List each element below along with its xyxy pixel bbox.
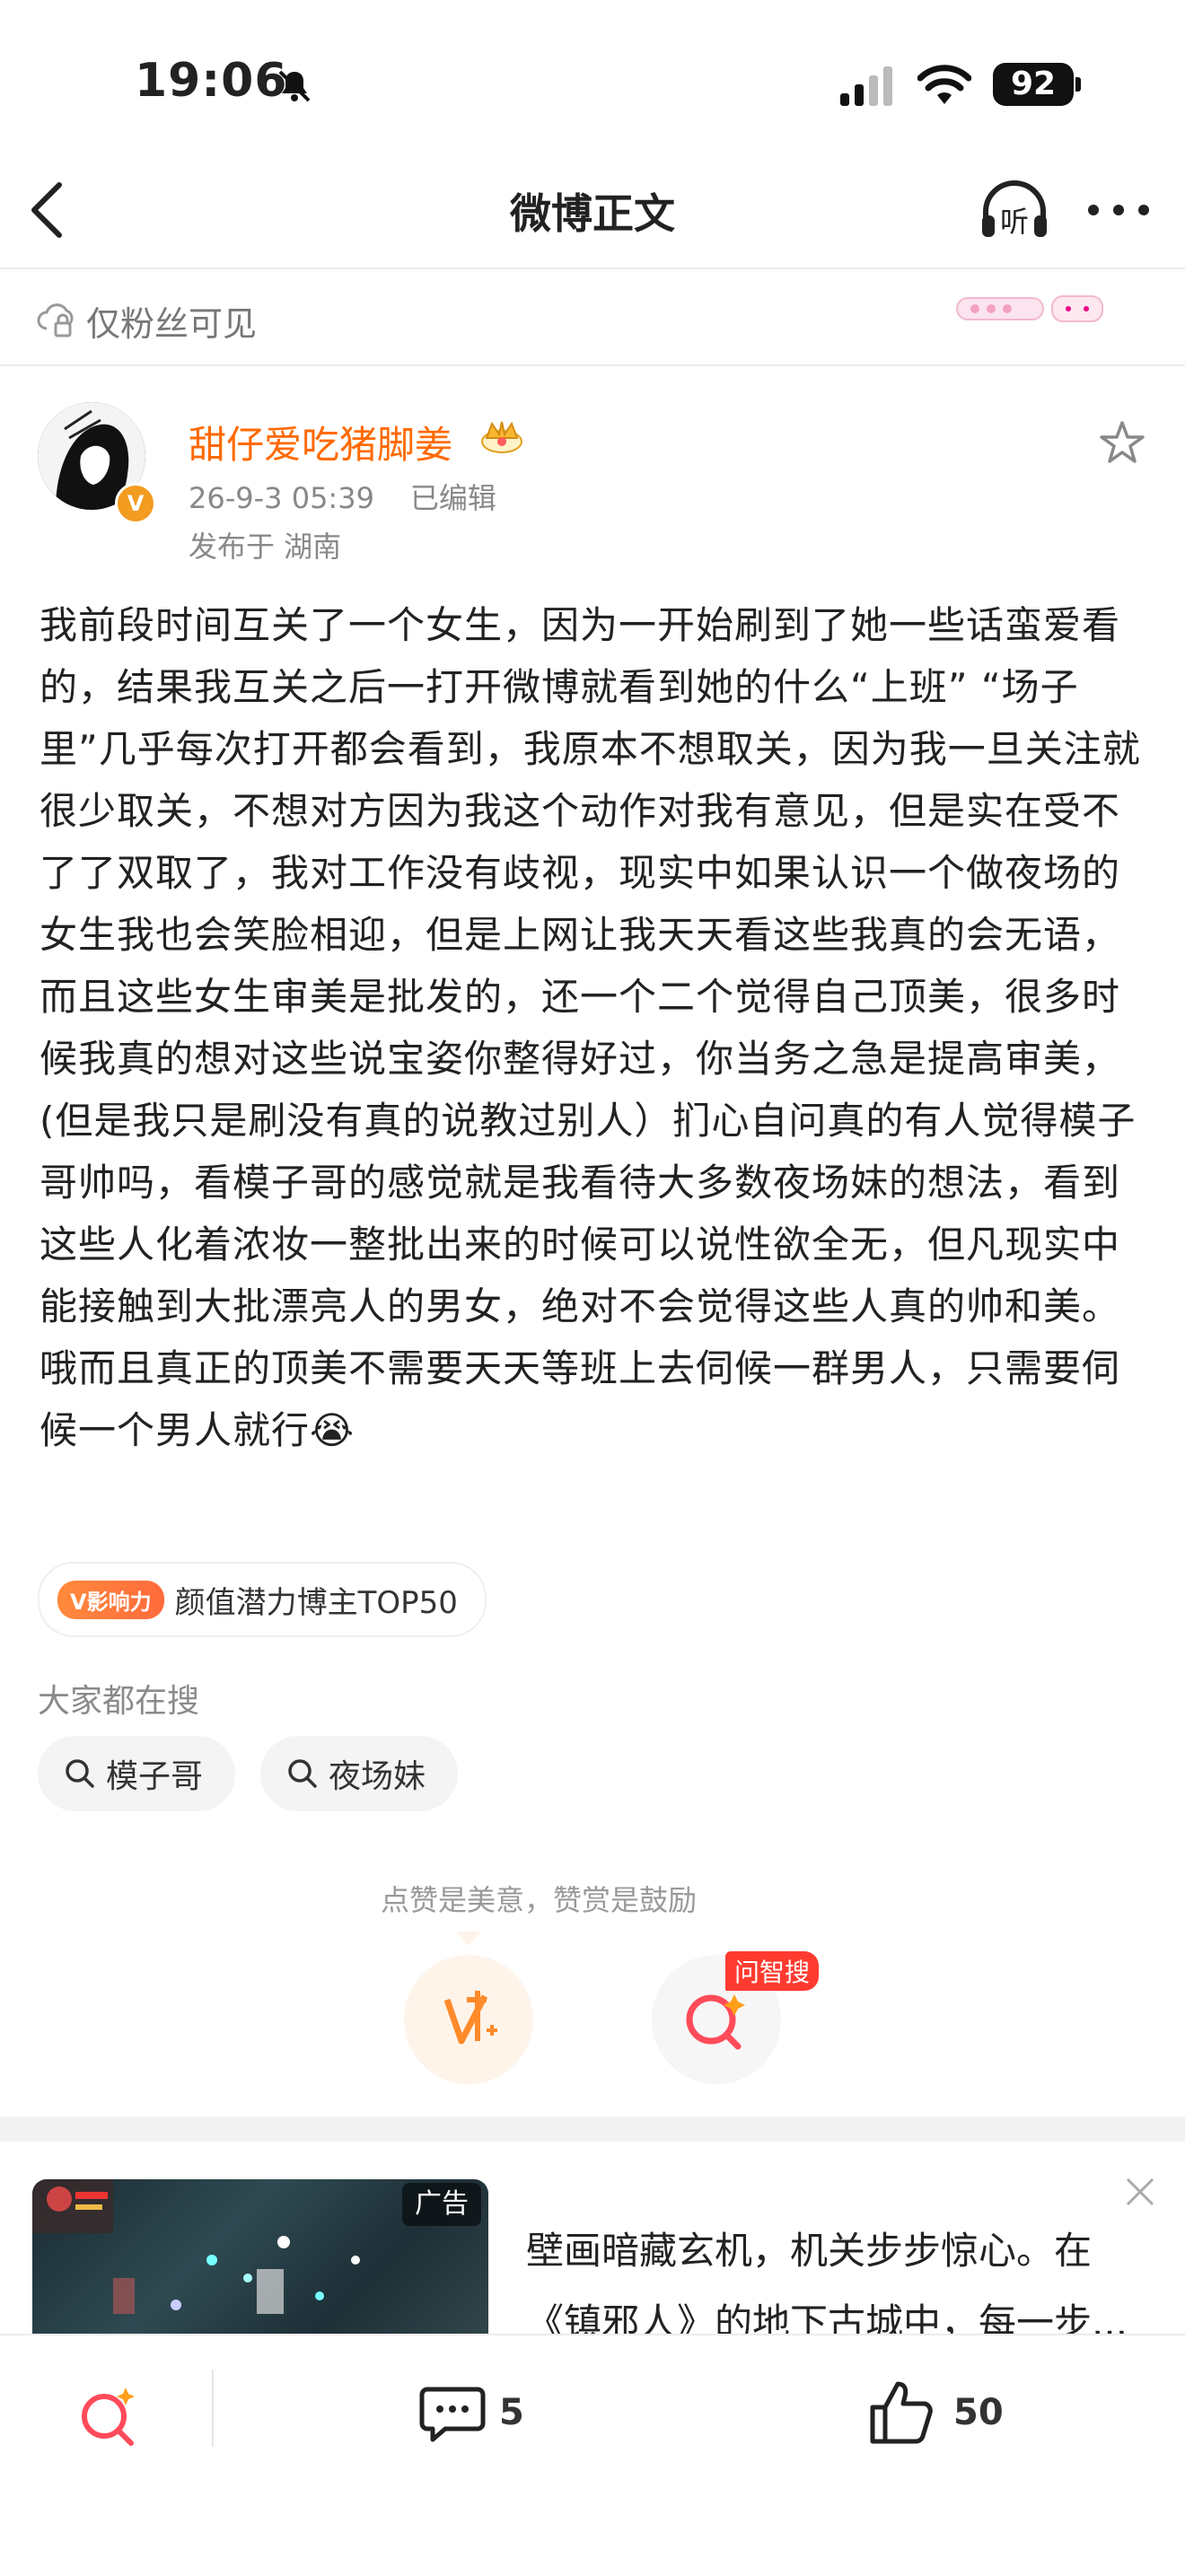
- bottom-bar-separator: [212, 2370, 214, 2447]
- post-body: 我前段时间互关了一个女生，因为一开始刷到了她一些话蛮爱看的，结果我互关之后一打开…: [40, 603, 1141, 1452]
- reward-hint: 点赞是美意，赞赏是鼓励: [380, 1883, 697, 1917]
- bottom-action-bar: [0, 2334, 1185, 2576]
- like-count: 50: [953, 2392, 1004, 2433]
- comment-icon: [419, 2387, 486, 2442]
- hint-pointer: [456, 1932, 481, 1946]
- like-button[interactable]: 50: [865, 2377, 1004, 2449]
- battery-tip: [1075, 77, 1081, 92]
- search-chip-label: 夜场妹: [329, 1758, 426, 1795]
- influence-tag[interactable]: V影响力 颜值潜力博主TOP50: [38, 1562, 487, 1637]
- comment-button[interactable]: 5: [418, 2379, 524, 2447]
- section-divider: [0, 364, 1185, 366]
- nav-divider: [0, 267, 1185, 269]
- ai-search-icon[interactable]: [72, 2379, 144, 2450]
- post-meta: 26-9-3 05:39 已编辑: [189, 476, 532, 517]
- author-name[interactable]: 甜仔爱吃猪脚姜: [189, 415, 452, 469]
- wifi-icon: [917, 65, 971, 104]
- close-icon[interactable]: [1122, 2174, 1158, 2210]
- reward-icon: [443, 1991, 497, 2045]
- search-icon: [66, 1759, 94, 1788]
- listen-label: 听: [1000, 205, 1029, 239]
- like-icon: [870, 2381, 933, 2444]
- influence-badge: V影响力: [57, 1580, 164, 1619]
- decoration-sticker-icon: [956, 295, 1103, 322]
- search-chip[interactable]: 夜场妹: [260, 1736, 459, 1811]
- verified-badge: V: [115, 483, 156, 524]
- post-location: 发布于 湖南: [189, 530, 342, 564]
- ai-search-badge: 问智搜: [725, 1951, 820, 1991]
- reward-button[interactable]: [404, 1955, 533, 2084]
- star-icon[interactable]: [1097, 418, 1147, 469]
- cellular-signal-icon: [840, 66, 892, 106]
- post-time: 26-9-3 05:39: [189, 481, 374, 515]
- home-indicator-spacer: [980, 2547, 1115, 2553]
- edited-label: 已编辑: [409, 481, 496, 515]
- search-icon: [288, 1759, 317, 1788]
- crown-icon: [481, 421, 522, 453]
- influence-text: 颜值潜力博主TOP50: [174, 1584, 458, 1621]
- more-icon[interactable]: [1086, 201, 1151, 219]
- bell-muted-icon: [278, 70, 311, 102]
- search-chip-label: 模子哥: [106, 1758, 204, 1795]
- section-separator: [0, 2116, 1185, 2142]
- search-section-title: 大家都在搜: [38, 1683, 200, 1720]
- search-chip[interactable]: 模子哥: [38, 1736, 236, 1811]
- battery-indicator: 92: [993, 63, 1074, 106]
- visibility-label: 仅粉丝可见: [86, 304, 258, 344]
- headphones-icon[interactable]: 听: [979, 180, 1050, 242]
- ad-label: 广告: [402, 2183, 481, 2226]
- comment-count: 5: [499, 2392, 524, 2433]
- status-time: 19:06: [135, 54, 288, 108]
- cloud-lock-icon: [37, 303, 74, 337]
